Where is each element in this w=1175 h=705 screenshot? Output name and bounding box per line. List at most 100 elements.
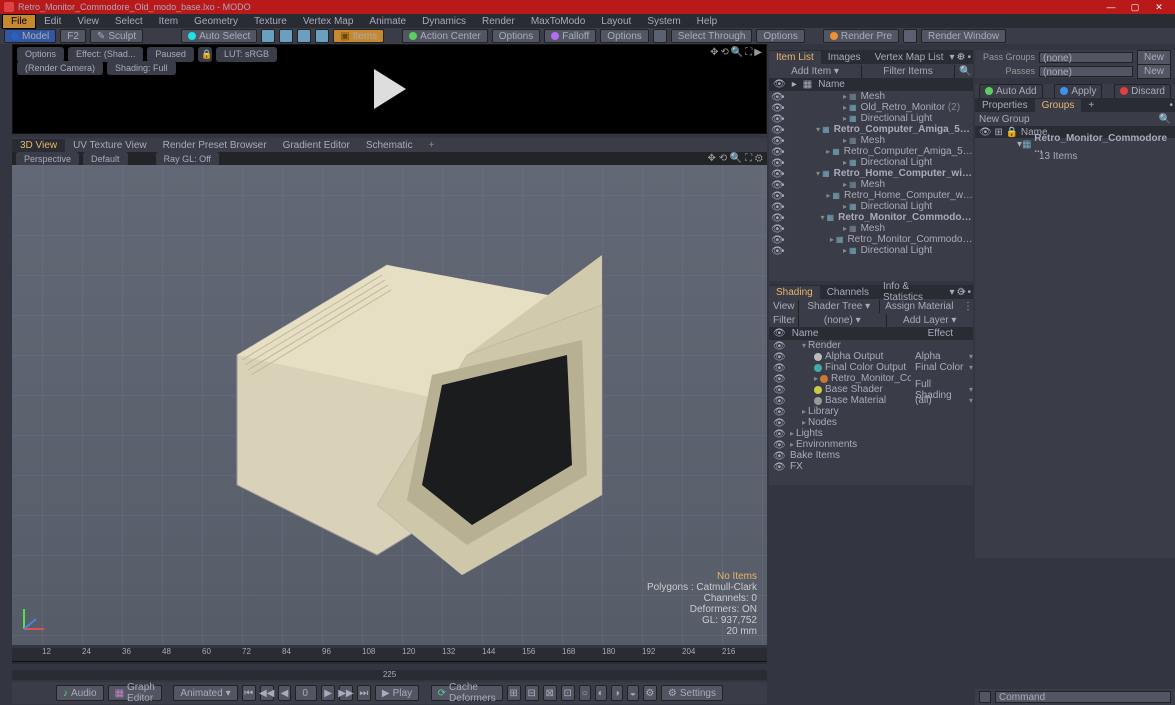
prev-frame-button[interactable]: ◀ (278, 685, 292, 701)
tab-images[interactable]: Images (821, 51, 868, 64)
tab-groups[interactable]: Groups (1035, 99, 1082, 112)
tree-row[interactable]: 👁•▸▦Mesh (769, 91, 973, 102)
goto-end-button[interactable]: ⏭ (357, 685, 371, 701)
visibility-icon[interactable]: 👁 (771, 235, 780, 244)
tab-properties[interactable]: Properties (975, 99, 1035, 112)
options-button-2[interactable]: Options (600, 29, 648, 43)
tool-icon-1[interactable]: ⊞ (507, 685, 521, 701)
play-button[interactable]: ▶Play (375, 685, 419, 701)
next-key-button[interactable]: ▶▶ (339, 685, 353, 701)
menu-file[interactable]: File (2, 14, 36, 29)
passes-select[interactable]: (none) (1039, 66, 1133, 77)
rp-effect[interactable]: Effect: (Shad... (68, 47, 143, 62)
tree-row[interactable]: 👁•▸▦Directional Light (769, 201, 973, 212)
tab-shading[interactable]: Shading (769, 286, 820, 299)
menu-select[interactable]: Select (107, 15, 151, 28)
mode-sculpt[interactable]: ✎Sculpt (90, 29, 143, 43)
tree-row[interactable]: 👁•▸▦Mesh (769, 135, 973, 146)
rp-shading-full[interactable]: Shading: Full (107, 61, 176, 75)
visibility-icon[interactable]: 👁 (771, 213, 780, 222)
next-frame-button[interactable]: ▶ (321, 685, 335, 701)
tab-gradient[interactable]: Gradient Editor (275, 139, 358, 152)
panel-dot-icon[interactable]: • (967, 52, 971, 63)
visibility-icon[interactable]: 👁 (771, 147, 780, 156)
tree-row[interactable]: 👁•▸▦Directional Light (769, 113, 973, 124)
select-vertex-icon[interactable] (261, 29, 275, 43)
menu-help[interactable]: Help (689, 15, 726, 28)
render-preview[interactable]: Options Effect: (Shad... Paused 🔒 LUT: s… (12, 44, 767, 134)
close-button[interactable]: ✕ (1147, 1, 1171, 13)
shader-row[interactable]: 👁Base ShaderFull Shading▾ (769, 384, 973, 395)
vp-perspective[interactable]: Perspective (16, 152, 79, 166)
tree-row[interactable]: 👁•▾▦Retro_Home_Computer_with_Keyboard ..… (769, 168, 973, 179)
shader-tree-dropdown[interactable]: Shader Tree ▾ (799, 300, 880, 313)
tree-row[interactable]: 👁•▸▦Retro_Monitor_Commodore_Old (2) (769, 234, 973, 245)
panel-gear-icon[interactable]: ⚙ (957, 52, 966, 63)
action-center-button[interactable]: Action Center (402, 29, 488, 43)
shader-row[interactable]: 👁▸Lights (769, 428, 973, 439)
menu-maxtomodo[interactable]: MaxToModo (523, 15, 593, 28)
visibility-icon[interactable]: 👁 (773, 429, 782, 438)
tool-icon-3[interactable]: ⊠ (543, 685, 557, 701)
visibility-icon[interactable]: 👁 (773, 352, 782, 361)
tab-channels[interactable]: Channels (820, 286, 876, 299)
panel-dot-icon[interactable]: • (1169, 100, 1173, 111)
vp-move-icon[interactable]: ✥ (708, 153, 716, 164)
visibility-icon[interactable]: 👁 (773, 451, 782, 460)
menu-view[interactable]: View (69, 15, 107, 28)
shader-row[interactable]: 👁▸Environments (769, 439, 973, 450)
shader-row[interactable]: 👁FX (769, 461, 973, 472)
visibility-icon[interactable]: 👁 (773, 363, 782, 372)
tab-preset[interactable]: Render Preset Browser (155, 139, 275, 152)
rp-lut[interactable]: LUT: sRGB (216, 47, 277, 62)
tool-icon-4[interactable]: ⊡ (561, 685, 575, 701)
menu-layout[interactable]: Layout (593, 15, 639, 28)
apply-button[interactable]: Apply (1054, 84, 1102, 99)
rp-options[interactable]: Options (17, 47, 64, 62)
new-group-button[interactable]: New Group (979, 114, 1155, 125)
eye-icon[interactable]: 👁 (773, 79, 786, 90)
render-icon[interactable] (903, 29, 917, 43)
add-item-button[interactable]: Add Item ▾ (769, 65, 862, 78)
shader-row[interactable]: 👁▾Render (769, 340, 973, 351)
expand-icon[interactable]: ⛶ (745, 47, 752, 58)
visibility-icon[interactable]: 👁 (771, 125, 780, 134)
tree-row[interactable]: 👁•▸▦Retro_Computer_Amiga_500_with_M ... (769, 146, 973, 157)
tree-row[interactable]: 👁•▸▦Old_Retro_Monitor (2) (769, 102, 973, 113)
search-icon[interactable]: 🔍 (1159, 114, 1171, 125)
item-tree[interactable]: 👁•▸▦Mesh👁•▸▦Old_Retro_Monitor (2)👁•▸▦Dir… (769, 91, 973, 281)
visibility-icon[interactable]: 👁 (771, 180, 780, 189)
menu-animate[interactable]: Animate (361, 15, 414, 28)
tab-props-add[interactable]: + (1081, 99, 1101, 112)
animated-dropdown[interactable]: Animated▾ (173, 685, 237, 701)
filter-items-button[interactable]: Filter Items (862, 65, 955, 78)
panel-collapse-icon[interactable]: ▾ (949, 52, 954, 63)
tool-icon-2[interactable]: ⊟ (525, 685, 539, 701)
tree-row[interactable]: 👁•▸▦Mesh (769, 179, 973, 190)
tool-icon-8[interactable]: ◒ (627, 685, 639, 701)
select-material-icon[interactable] (315, 29, 329, 43)
tool-icon-5[interactable]: ○ (579, 685, 591, 701)
group-item-row[interactable]: ▾ ▦ Retro_Monitor_Commodore ... (975, 138, 1175, 150)
visibility-icon[interactable]: 👁 (771, 114, 780, 123)
command-input[interactable]: Command (995, 691, 1171, 703)
rp-render-camera[interactable]: (Render Camera) (17, 61, 103, 75)
groups-area[interactable]: ▾ ▦ Retro_Monitor_Commodore ... 13 Items (975, 138, 1175, 558)
select-through-icon[interactable] (653, 29, 667, 43)
visibility-icon[interactable]: 👁 (773, 440, 782, 449)
move-icon[interactable]: ✥ (710, 47, 718, 58)
tree-row[interactable]: 👁•▾▦Retro_Monitor_Commodore_Old_ ... (769, 212, 973, 223)
3d-viewport[interactable]: No Items Polygons : Catmull-Clark Channe… (12, 165, 767, 645)
menu-geometry[interactable]: Geometry (186, 15, 246, 28)
menu-render[interactable]: Render (474, 15, 523, 28)
menu-vertexmap[interactable]: Vertex Map (295, 15, 362, 28)
tab-itemlist[interactable]: Item List (769, 51, 821, 64)
passgroups-select[interactable]: (none) (1039, 52, 1133, 63)
visibility-icon[interactable]: 👁 (773, 462, 782, 471)
visibility-icon[interactable]: 👁 (771, 224, 780, 233)
shader-row[interactable]: 👁Bake Items (769, 450, 973, 461)
tool-icon-6[interactable]: ◐ (595, 685, 607, 701)
search-icon[interactable]: 🔍 (955, 65, 973, 78)
settings-button[interactable]: ⚙Settings (661, 685, 723, 701)
vp-expand-icon[interactable]: ⛶ (745, 153, 752, 164)
